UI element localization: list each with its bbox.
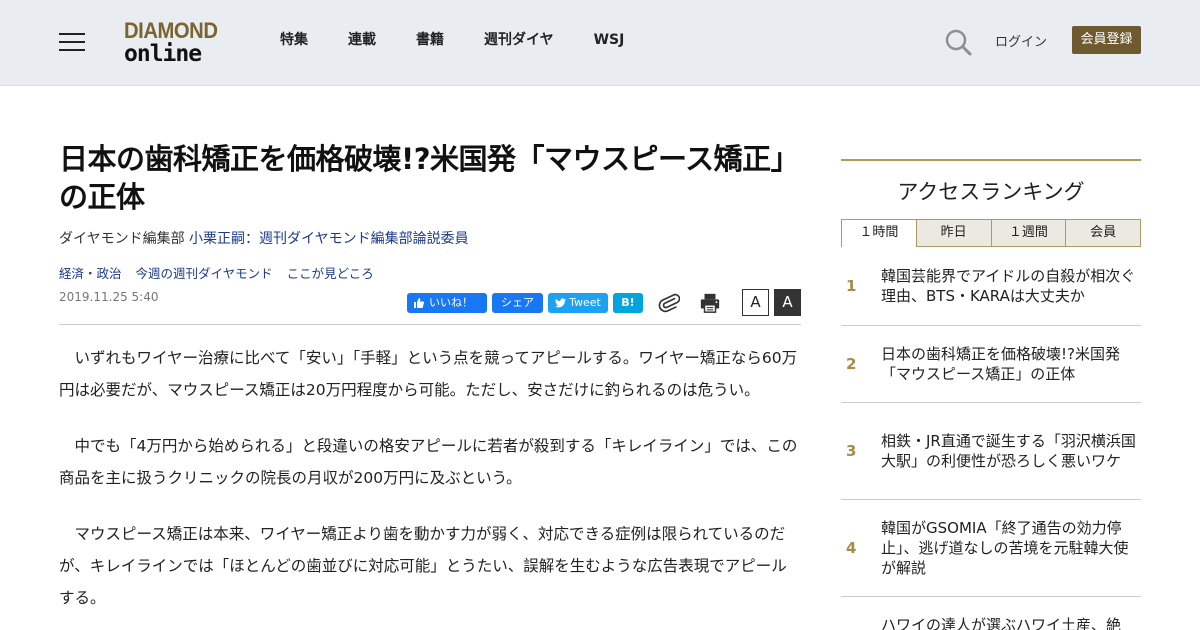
logo-bottom-text: online <box>124 41 202 67</box>
byline-department: ダイヤモンド編集部 <box>59 231 185 247</box>
tab-1-hour[interactable]: １時間 <box>841 219 917 247</box>
ranking-number: 2 <box>846 355 857 373</box>
tag-link-highlights[interactable]: ここが見どころ <box>287 263 374 282</box>
ranking-title: アクセスランキング <box>897 180 1085 204</box>
ranking-number: 3 <box>846 442 857 460</box>
font-size-large-button[interactable]: A <box>774 289 801 316</box>
ranking-link[interactable]: ハワイの達人が選ぶハワイ土産、絶 <box>881 615 1141 630</box>
article-divider <box>59 324 801 325</box>
author-link[interactable]: 小栗正嗣：週刊ダイヤモンド編集部論説委員 <box>189 231 469 247</box>
publish-date: 2019.11.25 5:40 <box>59 290 159 304</box>
ranking-top-border <box>841 159 1141 161</box>
paperclip-icon[interactable] <box>658 291 680 313</box>
menu-icon[interactable] <box>59 31 85 53</box>
byline: ダイヤモンド編集部 小栗正嗣：週刊ダイヤモンド編集部論説委員 <box>59 228 469 248</box>
ranking-link[interactable]: 相鉄・JR直通で誕生する「羽沢横浜国大駅」の利便性が恐ろしく悪いワケ <box>881 431 1141 471</box>
nav-item-series[interactable]: 連載 <box>348 31 376 49</box>
ranking-tabs: １時間 昨日 １週間 会員 <box>841 219 1141 247</box>
facebook-like-button[interactable]: いいね！ <box>407 293 487 313</box>
article-tags: 経済・政治 今週の週刊ダイヤモンド ここが見どころ <box>59 263 388 282</box>
main-nav: 特集 連載 書籍 週刊ダイヤ WSJ <box>280 31 664 49</box>
twitter-bird-icon <box>555 298 567 308</box>
ranking-item[interactable]: 3 相鉄・JR直通で誕生する「羽沢横浜国大駅」の利便性が恐ろしく悪いワケ <box>841 403 1141 500</box>
article-body: いずれもワイヤー治療に比べて「安い」「手軽」という点を競ってアピールする。ワイヤ… <box>59 342 801 630</box>
hatena-bookmark-button[interactable]: B! <box>613 293 643 313</box>
logo-top-text: DIAMOND <box>124 18 218 43</box>
site-header: DIAMOND online 特集 連載 書籍 週刊ダイヤ WSJ ログイン 会… <box>0 0 1200 86</box>
tab-1-week[interactable]: １週間 <box>991 219 1067 247</box>
ranking-item[interactable]: 5 ハワイの達人が選ぶハワイ土産、絶 <box>841 597 1141 630</box>
ranking-link[interactable]: 韓国芸能界でアイドルの自殺が相次ぐ理由、BTS・KARAは大丈夫か <box>881 266 1141 306</box>
ranking-number: 1 <box>846 277 857 295</box>
login-link[interactable]: ログイン <box>995 31 1047 50</box>
nav-item-wsj[interactable]: WSJ <box>594 31 625 49</box>
tag-link-economy[interactable]: 経済・政治 <box>59 263 122 282</box>
tab-yesterday[interactable]: 昨日 <box>916 219 992 247</box>
print-icon[interactable] <box>699 292 721 314</box>
ranking-link[interactable]: 日本の歯科矯正を価格破壊!?米国発「マウスピース矯正」の正体 <box>881 344 1141 384</box>
ranking-number: 4 <box>846 539 857 557</box>
article-paragraph: 中でも「4万円から始められる」と段違いの格安アピールに若者が殺到する「キレイライ… <box>59 437 798 487</box>
nav-item-weekly[interactable]: 週刊ダイヤ <box>484 31 554 49</box>
thumbs-up-icon <box>414 298 425 308</box>
tweet-button[interactable]: Tweet <box>548 293 608 313</box>
tag-link-weekly[interactable]: 今週の週刊ダイヤモンド <box>136 263 273 282</box>
tweet-label: Tweet <box>569 296 601 309</box>
ranking-link[interactable]: 韓国がGSOMIA「終了通告の効力停止」、逃げ道なしの苦境を元駐韓大使が解説 <box>881 518 1141 578</box>
like-label: いいね！ <box>429 296 473 309</box>
article-title: 日本の歯科矯正を価格破壊!?米国発「マウスピース矯正」の正体 <box>59 142 800 214</box>
ranking-list: 1 韓国芸能界でアイドルの自殺が相次ぐ理由、BTS・KARAは大丈夫か 2 日本… <box>841 247 1141 630</box>
site-logo[interactable]: DIAMOND online <box>124 18 228 67</box>
tab-members[interactable]: 会員 <box>1066 219 1141 247</box>
font-size-small-button[interactable]: A <box>742 289 769 316</box>
ranking-item[interactable]: 2 日本の歯科矯正を価格破壊!?米国発「マウスピース矯正」の正体 <box>841 326 1141 403</box>
article-paragraph: マウスピース矯正は本来、ワイヤー矯正より歯を動かす力が弱く、対応できる症例は限ら… <box>59 525 787 607</box>
ranking-item[interactable]: 4 韓国がGSOMIA「終了通告の効力停止」、逃げ道なしの苦境を元駐韓大使が解説 <box>841 500 1141 597</box>
facebook-share-button[interactable]: シェア <box>492 293 543 313</box>
nav-item-feature[interactable]: 特集 <box>280 31 308 49</box>
article-paragraph: いずれもワイヤー治療に比べて「安い」「手軽」という点を競ってアピールする。ワイヤ… <box>59 349 798 399</box>
ranking-item[interactable]: 1 韓国芸能界でアイドルの自殺が相次ぐ理由、BTS・KARAは大丈夫か <box>841 247 1141 326</box>
register-button[interactable]: 会員登録 <box>1072 26 1141 54</box>
nav-item-books[interactable]: 書籍 <box>416 31 444 49</box>
search-icon[interactable] <box>944 28 972 56</box>
social-buttons: いいね！ シェア Tweet B! <box>407 293 648 313</box>
